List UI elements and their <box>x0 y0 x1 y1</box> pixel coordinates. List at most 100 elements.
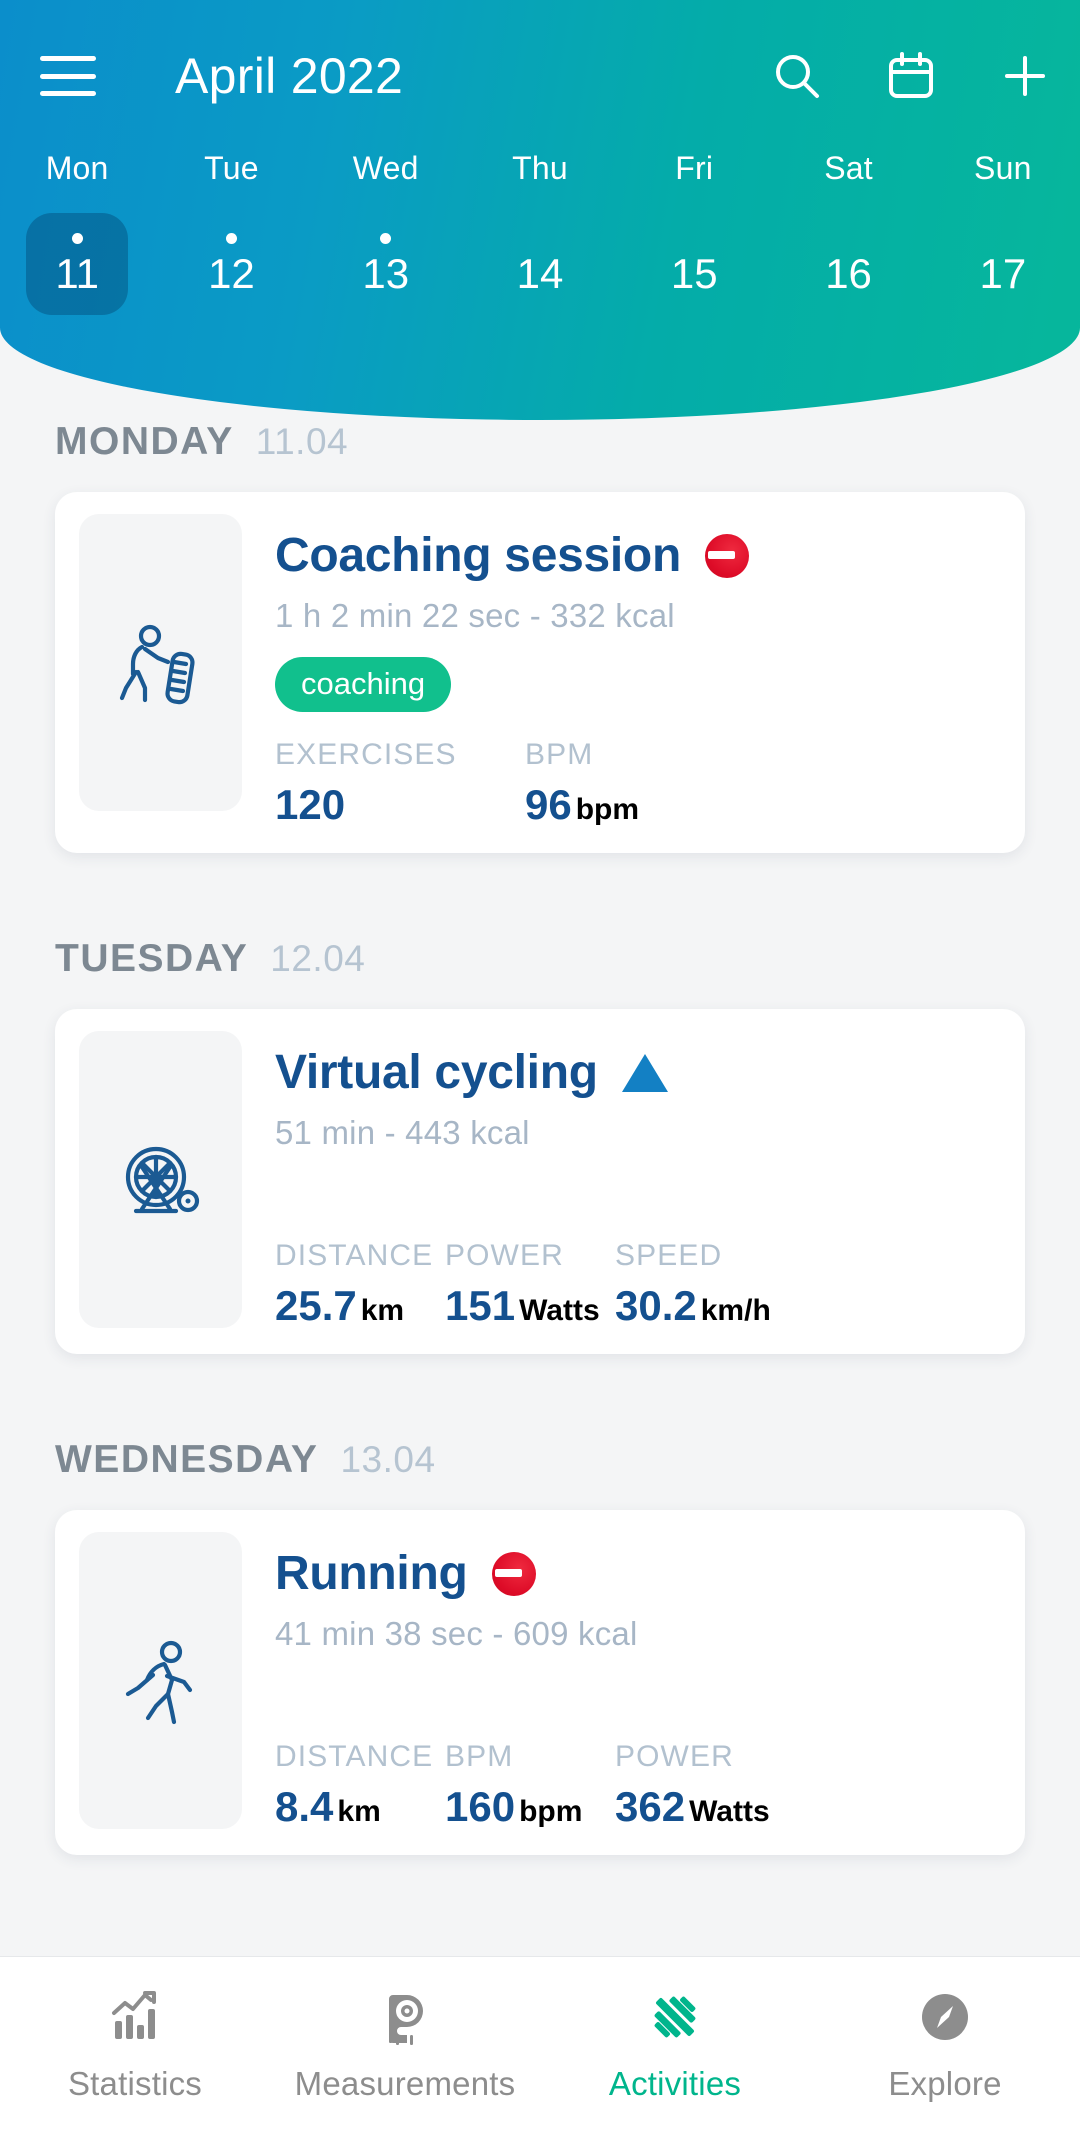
page-title: April 2022 <box>175 48 404 104</box>
stat-value: 96 <box>525 781 572 828</box>
calendar-icon[interactable] <box>882 47 940 105</box>
activity-dot-indicator <box>225 233 237 244</box>
week-day-name: Thu <box>512 150 568 186</box>
app-header: April 2022 Mon 11 Tue 12 Wed 13 Thu 14 F… <box>0 0 1080 420</box>
stat-label: BPM <box>445 1740 514 1773</box>
section-day-heading: TUESDAY 12.04 <box>0 937 1080 981</box>
search-icon[interactable] <box>768 47 826 105</box>
activity-stats: DISTANCE 25.7 km POWER 151 Watts SPEED 30.… <box>275 1213 1001 1328</box>
section-date: 11.04 <box>255 421 349 462</box>
stat-unit: Watts <box>519 1294 600 1327</box>
activity-tag[interactable]: coaching <box>275 657 452 712</box>
week-day-fri[interactable]: Fri 15 <box>617 150 771 315</box>
activity-stats: DISTANCE 8.4 km BPM 160 bpm POWER 362 Watts <box>275 1714 1001 1829</box>
week-day-wed[interactable]: Wed 13 <box>309 150 463 315</box>
week-day-pill[interactable]: 12 <box>180 213 282 315</box>
section-day-of-week: MONDAY <box>55 420 234 463</box>
running-person-icon <box>112 1632 210 1730</box>
tire-push-coaching-icon <box>112 614 210 712</box>
stat-value-row: 362 Watts <box>615 1786 785 1829</box>
week-day-number: 11 <box>55 250 99 297</box>
week-day-pill[interactable]: 15 <box>643 213 745 315</box>
week-day-name: Wed <box>352 150 419 186</box>
activity-stats: EXERCISES 120 BPM 96 bpm <box>275 712 1001 827</box>
week-day-name: Mon <box>45 150 109 186</box>
nav-item-label: Measurements <box>294 2065 516 2102</box>
stat-value-row: 25.7 km <box>275 1285 445 1328</box>
add-icon[interactable] <box>996 47 1054 105</box>
stat-unit: Watts <box>689 1795 770 1828</box>
tape-measure-icon[interactable] <box>375 1983 435 2051</box>
trend-down-icon <box>491 1551 536 1596</box>
nav-item-measurements[interactable]: Measurements <box>270 1983 540 2103</box>
activity-feed[interactable]: MONDAY 11.04 Coaching session 1 h 2 min … <box>0 420 1080 1956</box>
week-day-number: 13 <box>362 250 410 297</box>
activity-card[interactable]: Virtual cycling 51 min - 443 kcal DISTAN… <box>55 1009 1025 1354</box>
nav-item-label: Statistics <box>67 2065 203 2102</box>
activity-stat: EXERCISES 120 <box>275 738 525 827</box>
nav-item-statistics[interactable]: Statistics <box>0 1983 270 2103</box>
nav-item-explore[interactable]: Explore <box>810 1983 1080 2103</box>
week-day-number: 16 <box>825 250 872 297</box>
stat-value: 151 <box>445 1282 516 1329</box>
section-date: 12.04 <box>270 938 366 979</box>
week-day-pill[interactable]: 11 <box>26 213 129 315</box>
week-strip: Mon 11 Tue 12 Wed 13 Thu 14 Fri 15 Sat 1… <box>0 150 1080 315</box>
week-day-mon[interactable]: Mon 11 <box>0 150 154 315</box>
bottom-navigation: Statistics Measurements Activities Explo… <box>0 1956 1080 2144</box>
stat-label: POWER <box>615 1740 734 1773</box>
week-day-pill[interactable]: 13 <box>335 213 437 315</box>
stat-label: DISTANCE <box>275 1239 434 1272</box>
week-day-pill[interactable]: 17 <box>952 213 1054 315</box>
section-day-heading: MONDAY 11.04 <box>0 420 1080 464</box>
activity-card-body: Virtual cycling 51 min - 443 kcal DISTAN… <box>242 1031 1001 1328</box>
nav-item-activities[interactable]: Activities <box>540 1983 810 2103</box>
stat-value: 160 <box>445 1783 516 1830</box>
stat-value-row: 151 Watts <box>445 1285 615 1328</box>
stat-value: 120 <box>275 781 346 828</box>
stat-label: EXERCISES <box>275 738 457 771</box>
app-root: April 2022 Mon 11 Tue 12 Wed 13 Thu 14 F… <box>0 0 1080 2144</box>
stat-value-row: 8.4 km <box>275 1786 445 1829</box>
hamburger-menu-icon[interactable] <box>40 56 96 96</box>
week-day-name: Tue <box>204 150 259 186</box>
activity-card[interactable]: Running 41 min 38 sec - 609 kcal DISTANC… <box>55 1510 1025 1855</box>
week-day-tue[interactable]: Tue 12 <box>154 150 308 315</box>
week-day-pill[interactable]: 16 <box>798 213 900 315</box>
dumbbell-icon[interactable] <box>645 1983 705 2051</box>
stat-label: BPM <box>525 738 594 771</box>
activity-stat: BPM 96 bpm <box>525 738 775 827</box>
week-day-sat[interactable]: Sat 16 <box>771 150 925 315</box>
week-day-name: Sat <box>824 150 873 186</box>
bar-chart-icon[interactable] <box>105 1983 165 2051</box>
week-day-name: Fri <box>675 150 714 186</box>
week-day-number: 15 <box>670 250 718 297</box>
header-actions <box>768 47 1054 105</box>
stat-unit: km/h <box>700 1294 771 1327</box>
spin-bike-icon <box>112 1131 210 1229</box>
stat-unit: km <box>337 1795 381 1828</box>
activity-stat: POWER 151 Watts <box>445 1239 615 1328</box>
section-day-of-week: TUESDAY <box>55 937 249 980</box>
stat-value: 362 <box>615 1783 686 1830</box>
section-date: 13.04 <box>340 1439 436 1480</box>
activity-stat: POWER 362 Watts <box>615 1740 785 1829</box>
compass-icon[interactable] <box>915 1983 975 2051</box>
hamburger-line <box>40 56 96 61</box>
week-day-thu[interactable]: Thu 14 <box>463 150 617 315</box>
week-day-name: Sun <box>974 150 1032 186</box>
activity-title-row: Running <box>275 1546 1001 1601</box>
activity-dot-indicator <box>380 233 392 244</box>
stat-value: 25.7 <box>275 1282 357 1329</box>
week-day-sun[interactable]: Sun 17 <box>926 150 1080 315</box>
activity-stat: DISTANCE 8.4 km <box>275 1740 445 1829</box>
activity-summary: 1 h 2 min 22 sec - 332 kcal <box>275 597 675 634</box>
stat-unit: bpm <box>519 1795 583 1828</box>
hamburger-line <box>40 73 96 79</box>
activity-summary: 51 min - 443 kcal <box>275 1114 530 1151</box>
activity-title: Virtual cycling <box>275 1046 598 1099</box>
week-day-pill[interactable]: 14 <box>489 213 591 315</box>
activity-card[interactable]: Coaching session 1 h 2 min 22 sec - 332 … <box>55 492 1025 853</box>
